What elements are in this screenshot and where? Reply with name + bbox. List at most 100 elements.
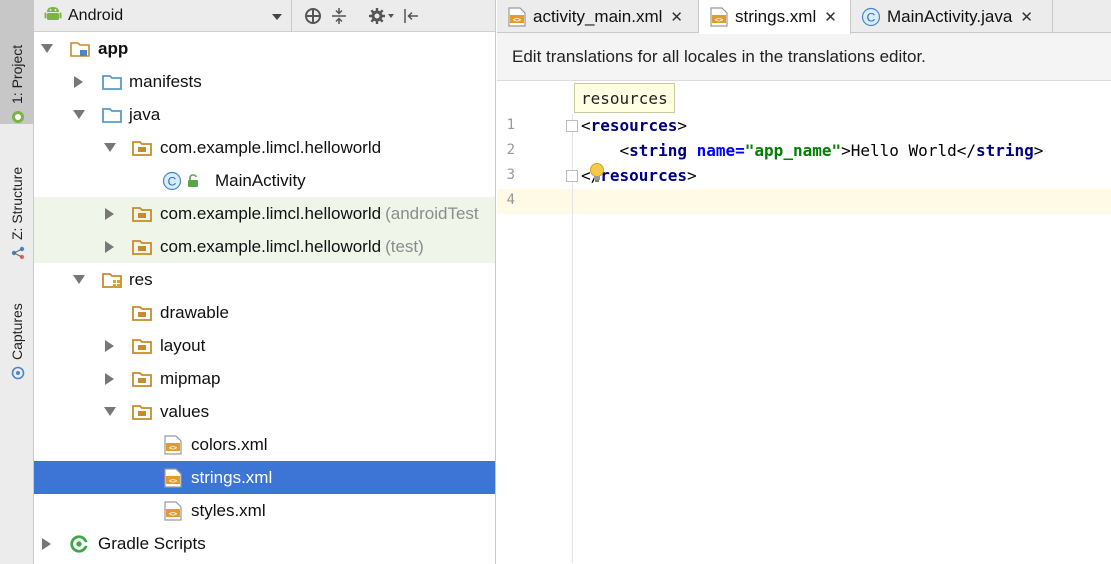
source-set-suffix: (test) (385, 236, 424, 256)
lightbulb-icon[interactable] (588, 162, 606, 189)
folder-icon (132, 370, 152, 388)
xml-file-icon: <> (163, 500, 183, 521)
project-view-dropdown[interactable]: Android (34, 0, 292, 32)
code-token: > (677, 116, 687, 135)
tree-item-java[interactable]: java (34, 98, 495, 131)
code-token: > (1033, 141, 1044, 160)
tab-label: MainActivity.java (887, 6, 1013, 26)
module-folder-icon (70, 40, 90, 58)
tree-item-label: app (98, 38, 129, 58)
tree-item-label: mipmap (160, 368, 221, 388)
package-icon (132, 205, 152, 223)
svg-text:<>: <> (169, 510, 177, 518)
code-token: </ (956, 141, 976, 160)
code-token: Hello World (850, 141, 957, 160)
svg-text:<>: <> (513, 16, 521, 24)
close-tab-icon[interactable]: ✕ (1020, 8, 1033, 26)
collapsed-arrow-icon[interactable] (103, 240, 117, 254)
close-tab-icon[interactable]: ✕ (824, 8, 837, 26)
captures-icon (10, 366, 25, 380)
line-gutter: 1 2 3 4 (497, 114, 578, 563)
tab-mainactivity-java[interactable]: C MainActivity.java ✕ (851, 0, 1053, 33)
collapsed-arrow-icon[interactable] (103, 372, 117, 386)
expanded-arrow-icon[interactable] (72, 108, 86, 122)
tree-item-styles-xml[interactable]: <> styles.xml (34, 494, 495, 527)
collapsed-arrow-icon[interactable] (40, 537, 54, 551)
source-set-suffix: (androidTest (385, 203, 479, 223)
package-icon (132, 238, 152, 256)
code-token: < (619, 141, 630, 160)
class-icon: C (861, 7, 881, 27)
code-token: < (581, 116, 591, 135)
structure-tool-label: Z: Structure (9, 166, 25, 240)
tree-item-gradle-scripts[interactable]: Gradle Scripts (34, 527, 495, 560)
tree-item-res[interactable]: res (34, 263, 495, 296)
expanded-arrow-icon[interactable] (103, 141, 117, 155)
tree-item-label: layout (160, 335, 206, 355)
project-tool-tab[interactable]: 1: Project (0, 0, 34, 124)
folder-icon (102, 106, 122, 124)
fold-marker-icon[interactable] (566, 120, 578, 132)
collapsed-arrow-icon[interactable] (72, 75, 86, 89)
lock-open-icon (186, 172, 200, 190)
folder-icon (132, 304, 152, 322)
editor-tabs: <> activity_main.xml ✕ <> strings.xml ✕ … (497, 0, 1111, 34)
current-line-highlight (497, 189, 1111, 214)
tree-item-package[interactable]: com.example.limcl.helloworld (34, 131, 495, 164)
gear-icon[interactable] (364, 0, 398, 32)
hide-panel-icon[interactable] (398, 0, 424, 32)
breadcrumb-item-resources[interactable]: resources (574, 83, 675, 113)
folder-icon (132, 403, 152, 421)
tree-item-colors-xml[interactable]: <> colors.xml (34, 428, 495, 461)
tree-item-mainactivity[interactable]: C MainActivity (34, 164, 495, 197)
svg-text:C: C (168, 174, 177, 188)
code-token: > (686, 166, 697, 185)
tree-item-package-test[interactable]: com.example.limcl.helloworld (test) (34, 230, 495, 263)
tree-item-drawable[interactable]: drawable (34, 296, 495, 329)
tree-item-label: Gradle Scripts (98, 533, 206, 553)
project-tool-label: 1: Project (9, 44, 25, 104)
captures-tool-tab[interactable]: Captures (0, 285, 34, 380)
structure-icon (10, 246, 25, 260)
scroll-from-source-icon[interactable] (300, 0, 326, 32)
expanded-arrow-icon[interactable] (40, 42, 54, 56)
tree-item-label: com.example.limcl.helloworld (160, 137, 382, 157)
translations-editor-banner[interactable]: Edit translations for all locales in the… (497, 33, 1111, 81)
tree-item-label: strings.xml (191, 467, 273, 487)
fold-marker-icon[interactable] (566, 170, 578, 182)
tree-item-values[interactable]: values (34, 395, 495, 428)
tree-item-strings-xml[interactable]: <> strings.xml (34, 461, 495, 494)
tree-item-app[interactable]: app (34, 32, 495, 65)
line-number: 1 (506, 117, 515, 133)
code-token: string (629, 141, 687, 160)
close-tab-icon[interactable]: ✕ (670, 8, 683, 26)
breadcrumb: resources (497, 81, 1111, 114)
collapse-all-icon[interactable] (326, 0, 352, 32)
project-panel-header: Android (34, 0, 495, 32)
expanded-arrow-icon[interactable] (103, 405, 117, 419)
tree-item-mipmap[interactable]: mipmap (34, 362, 495, 395)
collapsed-arrow-icon[interactable] (103, 207, 117, 221)
tool-window-strip: 1: Project Z: Structure Captures (0, 0, 34, 564)
tree-item-label: java (129, 104, 161, 124)
tree-item-text: com.example.limcl.helloworld (androidTest (160, 204, 479, 224)
tree-item-package-androidtest[interactable]: com.example.limcl.helloworld (androidTest (34, 197, 495, 230)
expanded-arrow-icon[interactable] (72, 273, 86, 287)
collapsed-arrow-icon[interactable] (103, 339, 117, 353)
tab-strings-xml[interactable]: <> strings.xml ✕ (699, 0, 851, 34)
tree-item-label: drawable (160, 302, 229, 322)
code-line-1: <resources> (581, 116, 687, 135)
tree-item-label: styles.xml (191, 500, 266, 520)
tree-item-manifests[interactable]: manifests (34, 65, 495, 98)
svg-text:<>: <> (169, 477, 177, 485)
resource-folder-icon (102, 271, 122, 289)
tree-item-layout[interactable]: layout (34, 329, 495, 362)
structure-tool-tab[interactable]: Z: Structure (0, 140, 34, 260)
folder-icon (132, 337, 152, 355)
tab-activity-main-xml[interactable]: <> activity_main.xml ✕ (497, 0, 699, 33)
tree-item-label: manifests (129, 71, 202, 91)
class-icon: C (162, 171, 182, 190)
svg-text:<>: <> (169, 444, 177, 452)
tree-item-label: values (160, 401, 210, 421)
